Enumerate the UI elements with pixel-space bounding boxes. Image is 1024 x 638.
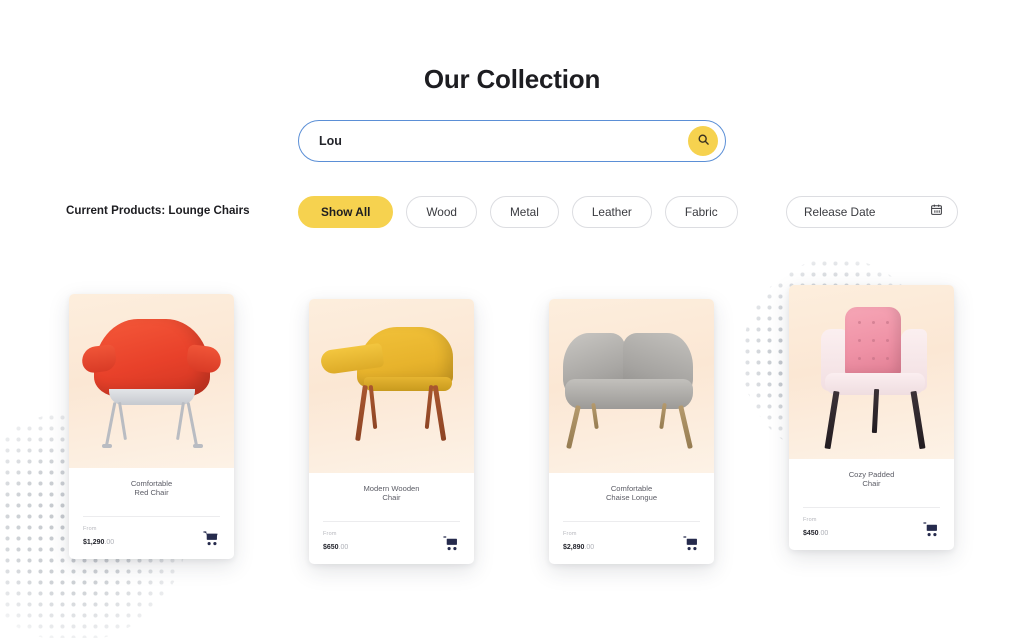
product-card[interactable]: Cozy Padded Chair From $450.00 — [789, 285, 954, 550]
filter-pill-metal[interactable]: Metal — [489, 196, 559, 228]
product-card[interactable]: Comfortable Red Chair From $1,290.00 — [69, 294, 234, 559]
cart-icon — [683, 536, 700, 554]
product-card[interactable]: Modern Wooden Chair From $650.00 — [309, 299, 474, 564]
price-from-label: From — [323, 531, 337, 537]
product-title-line1: Comfortable — [130, 479, 173, 488]
filter-pill-wood[interactable]: Wood — [406, 196, 477, 228]
price-from-label: From — [803, 517, 817, 523]
search-button[interactable] — [688, 126, 718, 156]
product-title-line2: Chair — [382, 493, 401, 503]
product-footer: From $650.00 — [309, 522, 474, 564]
filter-pill-show-all[interactable]: Show All — [298, 196, 394, 228]
search-input[interactable] — [299, 134, 688, 148]
calendar-icon — [930, 203, 943, 221]
current-products-label: Current Products: Lounge Chairs — [66, 204, 250, 217]
product-price: $2,890.00 — [563, 544, 594, 551]
product-footer: From $2,890.00 — [549, 522, 714, 564]
product-title-line2: Chaise Longue — [605, 493, 658, 503]
release-date-label: Release Date — [804, 205, 876, 219]
price-from-label: From — [83, 526, 97, 532]
product-title: Comfortable Chaise Longue — [549, 473, 714, 507]
price-cents: .00 — [584, 544, 595, 551]
product-image-red-chair — [69, 294, 234, 468]
search-icon — [697, 133, 710, 149]
product-title-line1: Comfortable — [610, 484, 653, 493]
cart-icon — [443, 536, 460, 554]
page-title: Our Collection — [423, 64, 601, 94]
cart-icon — [923, 522, 940, 540]
filter-pill-fabric[interactable]: Fabric — [664, 196, 738, 228]
product-image-chaise-longue — [549, 299, 714, 473]
product-title-line1: Cozy Padded — [848, 470, 895, 479]
product-price: $450.00 — [803, 530, 828, 537]
price-amount: $650 — [323, 544, 339, 551]
price-from-label: From — [563, 531, 577, 537]
product-title-line2: Red Chair — [134, 488, 169, 498]
add-to-cart-button[interactable] — [923, 522, 940, 537]
product-card[interactable]: Comfortable Chaise Longue From $2,890.00 — [549, 299, 714, 564]
add-to-cart-button[interactable] — [203, 531, 220, 546]
filter-pill-group: Show All Wood Metal Leather Fabric — [298, 196, 738, 228]
product-title: Cozy Padded Chair — [789, 459, 954, 493]
price-amount: $1,290 — [83, 539, 105, 546]
product-footer: From $450.00 — [789, 508, 954, 550]
add-to-cart-button[interactable] — [683, 536, 700, 551]
product-title-line1: Modern Wooden — [363, 484, 420, 493]
price-cents: .00 — [104, 539, 115, 546]
product-title: Comfortable Red Chair — [69, 468, 234, 502]
product-image-padded-chair — [789, 285, 954, 459]
product-price: $650.00 — [323, 544, 348, 551]
product-title: Modern Wooden Chair — [309, 473, 474, 507]
price-amount: $450 — [803, 530, 819, 537]
price-cents: .00 — [338, 544, 349, 551]
search-bar[interactable] — [298, 120, 726, 162]
product-grid: Comfortable Red Chair From $1,290.00 Mod… — [0, 0, 1024, 638]
cart-icon — [203, 531, 220, 549]
release-date-select[interactable]: Release Date — [786, 196, 958, 228]
product-price: $1,290.00 — [83, 539, 114, 546]
product-image-wooden-chair — [309, 299, 474, 473]
price-cents: .00 — [818, 530, 829, 537]
filter-pill-leather[interactable]: Leather — [571, 196, 652, 228]
product-title-line2: Chair — [862, 479, 881, 489]
add-to-cart-button[interactable] — [443, 536, 460, 551]
filter-row: Current Products: Lounge Chairs Show All… — [0, 196, 1024, 230]
price-amount: $2,890 — [563, 544, 585, 551]
product-footer: From $1,290.00 — [69, 517, 234, 559]
